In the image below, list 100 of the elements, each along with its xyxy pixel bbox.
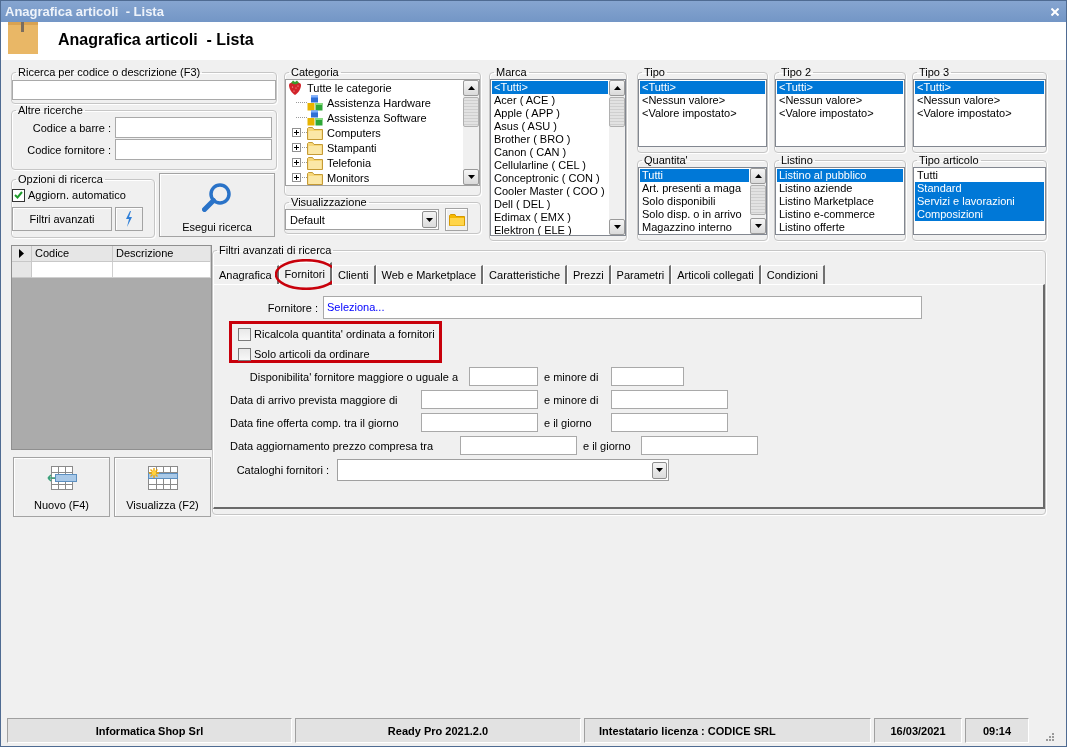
list-item[interactable]: Cellularline ( CEL ): [492, 159, 608, 172]
text-field[interactable]: [611, 413, 728, 432]
list-item[interactable]: <Nessun valore>: [915, 94, 1044, 107]
tree-item[interactable]: Monitors: [307, 170, 372, 185]
scroll-down-button[interactable]: [609, 219, 625, 235]
list-item[interactable]: Composizioni: [915, 208, 1044, 221]
tab[interactable]: Prezzi: [567, 265, 611, 284]
scrollbar[interactable]: [463, 80, 479, 185]
listbox[interactable]: Tutti Standard Servizi e lavorazioni Composizioni: [913, 167, 1046, 235]
scroll-up-button[interactable]: [609, 80, 625, 96]
text-field[interactable]: [115, 139, 272, 160]
scroll-up-button[interactable]: [750, 168, 766, 184]
list-item[interactable]: Listino aziende: [777, 182, 903, 195]
list-item[interactable]: <Tutti>: [915, 81, 1044, 94]
expand-icon[interactable]: [292, 158, 301, 167]
list-item[interactable]: Listino offerte: [777, 221, 903, 234]
scrollbar[interactable]: [609, 80, 625, 235]
tree-item[interactable]: Stampanti: [307, 140, 379, 155]
list-item[interactable]: Solo disponibili: [640, 195, 749, 208]
list-item[interactable]: Listino e-commerce: [777, 208, 903, 221]
tab[interactable]: Clienti: [331, 265, 376, 284]
list-item[interactable]: Listino al pubblico: [777, 169, 903, 182]
scrollbar-thumb[interactable]: [609, 97, 625, 127]
text-field[interactable]: [460, 436, 577, 455]
list-item[interactable]: Solo disp. o in arrivo: [640, 208, 749, 221]
list-item[interactable]: Dell ( DEL ): [492, 198, 608, 211]
list-item[interactable]: Apple ( APP ): [492, 107, 608, 120]
list-item[interactable]: <Nessun valore>: [777, 94, 903, 107]
list-item[interactable]: <Valore impostato>: [777, 107, 903, 120]
search-field[interactable]: [12, 80, 276, 100]
category-tree[interactable]: Tutte le categorie Assistenza Hardware Assistenza Software Computers Stampanti Telefonia Monitors: [285, 79, 480, 186]
list-item[interactable]: Standard: [915, 182, 1044, 195]
text-field[interactable]: [641, 436, 758, 455]
checkbox[interactable]: [238, 347, 251, 361]
listbox[interactable]: <Tutti> <Nessun valore> <Valore impostato>: [775, 79, 905, 147]
column-header[interactable]: Codice: [32, 246, 113, 262]
scrollbar[interactable]: [750, 168, 766, 234]
tab[interactable]: Anagrafica: [213, 265, 279, 284]
view-dropdown[interactable]: Default: [285, 209, 439, 230]
scroll-up-button[interactable]: [463, 80, 479, 96]
text-field[interactable]: [611, 390, 728, 409]
tree-item[interactable]: Assistenza Software: [307, 109, 429, 126]
strawberry-icon: [288, 80, 302, 95]
checkbox[interactable]: [12, 188, 25, 202]
text-field[interactable]: [421, 413, 538, 432]
dropdown-button[interactable]: [652, 461, 667, 479]
expand-icon[interactable]: [292, 128, 301, 137]
search-button[interactable]: Esegui ricerca: [159, 173, 275, 237]
list-item[interactable]: Art. presenti a maga: [640, 182, 749, 195]
list-item[interactable]: Acer ( ACE ): [492, 94, 608, 107]
down-arrow-icon: [754, 224, 762, 228]
text-field[interactable]: [115, 117, 272, 138]
tab[interactable]: Caratteristiche: [483, 265, 567, 284]
list-item[interactable]: Conceptronic ( CON ): [492, 172, 608, 185]
expand-icon[interactable]: [292, 143, 301, 152]
tab[interactable]: Web e Marketplace: [375, 265, 484, 284]
view-button[interactable]: Visualizza (F2): [114, 457, 211, 517]
listbox[interactable]: <Tutti> <Nessun valore> <Valore impostato>: [913, 79, 1046, 147]
text-field[interactable]: [611, 367, 684, 386]
list-item[interactable]: Tutti: [915, 169, 1044, 182]
list-item[interactable]: <Valore impostato>: [640, 107, 765, 120]
list-item[interactable]: Edimax ( EMX ): [492, 211, 608, 224]
list-item[interactable]: <Nessun valore>: [640, 94, 765, 107]
new-button[interactable]: Nuovo (F4): [13, 457, 110, 517]
list-item[interactable]: Servizi e lavorazioni: [915, 195, 1044, 208]
scroll-down-button[interactable]: [750, 218, 766, 234]
list-item[interactable]: Brother ( BRO ): [492, 133, 608, 146]
scroll-down-button[interactable]: [463, 169, 479, 185]
tree-item[interactable]: Assistenza Hardware: [307, 94, 433, 111]
list-item[interactable]: Listino Marketplace: [777, 195, 903, 208]
scrollbar-thumb[interactable]: [750, 185, 766, 215]
tab[interactable]: Condizioni: [760, 265, 826, 284]
folder-button[interactable]: [445, 208, 468, 231]
list-item[interactable]: Asus ( ASU ): [492, 120, 608, 133]
tab[interactable]: Articoli collegati: [671, 265, 761, 284]
listbox[interactable]: <Tutti> <Nessun valore> <Valore impostato>: [638, 79, 767, 147]
list-item[interactable]: Tutti: [640, 169, 749, 182]
checkbox[interactable]: [238, 327, 251, 341]
lightning-button[interactable]: [115, 207, 143, 231]
listbox[interactable]: Listino al pubblico Listino aziende Listino Marketplace Listino e-commerce Listino offerte: [775, 167, 905, 235]
list-item[interactable]: Canon ( CAN ): [492, 146, 608, 159]
list-item[interactable]: <Tutti>: [640, 81, 765, 94]
scrollbar-thumb[interactable]: [463, 97, 479, 127]
tree-item[interactable]: Computers: [307, 125, 383, 140]
tab[interactable]: Parametri: [610, 265, 672, 284]
list-item[interactable]: Cooler Master ( COO ): [492, 185, 608, 198]
tree-item[interactable]: Telefonia: [307, 155, 374, 170]
listbox[interactable]: Tutti Art. presenti a maga Solo disponibili Solo disp. o in arrivo Magazzino interno: [638, 167, 767, 235]
expand-icon[interactable]: [292, 173, 301, 182]
text-field[interactable]: [421, 390, 538, 409]
supplier-field[interactable]: Seleziona...: [323, 296, 922, 319]
dropdown-button[interactable]: [422, 211, 437, 228]
text-field[interactable]: [469, 367, 538, 386]
list-item[interactable]: Magazzino interno: [640, 221, 749, 234]
list-item[interactable]: <Valore impostato>: [915, 107, 1044, 120]
advanced-filters-button[interactable]: Filtri avanzati: [12, 207, 112, 231]
column-header[interactable]: Descrizione: [113, 246, 211, 262]
tree-item[interactable]: Tutte le categorie: [288, 80, 394, 95]
list-item[interactable]: <Tutti>: [777, 81, 903, 94]
list-item[interactable]: <Tutti>: [492, 81, 608, 94]
